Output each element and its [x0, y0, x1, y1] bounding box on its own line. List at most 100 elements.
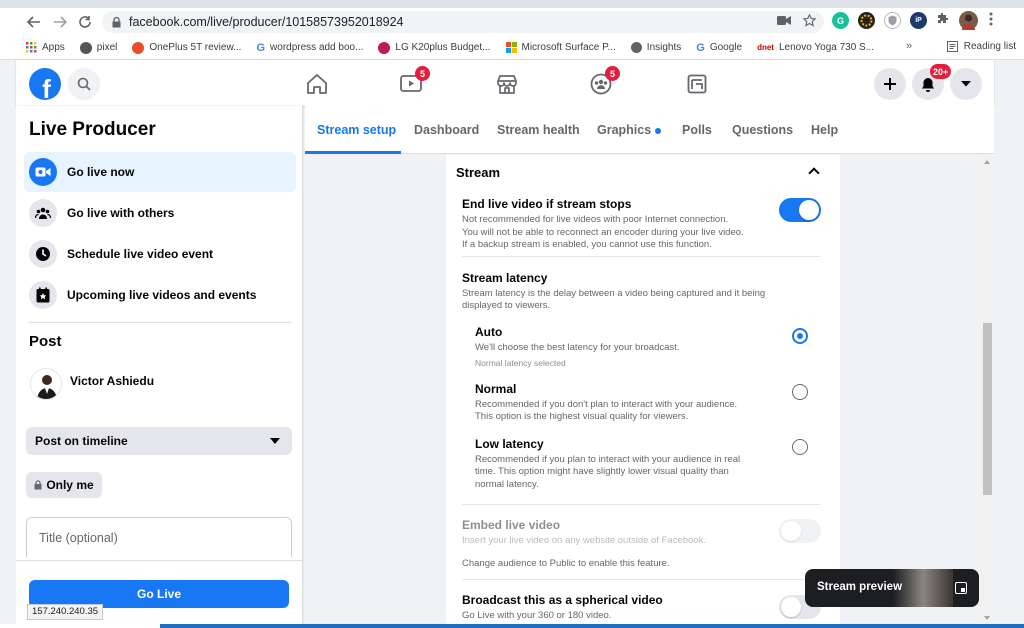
sidebar-item-upcoming[interactable]: Upcoming live videos and events — [24, 275, 296, 315]
active-tab-indicator — [305, 151, 401, 154]
address-bar[interactable]: facebook.com/live/producer/1015857395201… — [102, 11, 824, 33]
bookmark-lenovo[interactable]: dnet Lenovo Yoga 730 S... — [757, 42, 874, 53]
home-icon — [307, 74, 327, 94]
divider — [462, 504, 820, 505]
scroll-up-icon[interactable] — [984, 160, 990, 164]
puzzle-icon[interactable] — [936, 12, 950, 29]
privacy-button[interactable]: Only me — [26, 472, 102, 498]
bookmark-lg[interactable]: LG K20plus Budget... — [378, 41, 491, 54]
new-indicator-dot — [655, 127, 662, 134]
latency-normal-desc-1: Recommended if you don't plan to interac… — [475, 399, 738, 410]
sidebar-divider — [29, 322, 291, 323]
shield-extension-icon[interactable] — [884, 12, 901, 29]
tab-stream-health[interactable]: Stream health — [497, 123, 580, 137]
bookmark-apps[interactable]: Apps — [26, 42, 65, 53]
live-producer-sidebar: Live Producer Go live now Go live with o… — [16, 106, 302, 624]
gaming-nav-button[interactable] — [685, 72, 709, 96]
sidebar-item-schedule[interactable]: Schedule live video event — [24, 234, 296, 274]
user-name: Victor Ashiedu — [70, 374, 155, 388]
end-if-stops-toggle[interactable] — [779, 198, 821, 222]
latency-low-desc-2: time. This option might have slightly lo… — [475, 466, 729, 477]
back-icon[interactable] — [22, 10, 46, 34]
more-menu-icon[interactable] — [989, 12, 993, 29]
reading-list-button[interactable]: Reading list — [946, 41, 1016, 52]
bookmark-star-icon[interactable] — [802, 13, 817, 30]
divider — [462, 256, 820, 257]
marketplace-nav-button[interactable] — [495, 72, 519, 96]
bookmark-wordpress[interactable]: G wordpress add boo... — [256, 42, 363, 54]
picture-in-picture-icon[interactable] — [955, 582, 967, 594]
create-button[interactable] — [874, 68, 906, 100]
tab-label: Graphics — [597, 123, 652, 137]
notifications-button[interactable]: 20+ — [912, 64, 952, 100]
calendar-star-icon — [29, 281, 57, 309]
reload-icon[interactable] — [73, 10, 97, 34]
sidebar-item-go-live-now[interactable]: Go live now — [24, 152, 296, 192]
tab-questions[interactable]: Questions — [732, 123, 793, 137]
embed-desc: Insert your live video on any website ou… — [462, 535, 706, 546]
groups-nav-button[interactable]: 5 — [589, 66, 620, 96]
bookmark-label: OnePlus 5T review... — [149, 42, 242, 53]
store-icon — [497, 75, 517, 94]
producer-tabs: Stream setup Dashboard Stream health Gra… — [305, 106, 994, 154]
taskbar-edge — [0, 624, 1024, 628]
bookmarks-overflow-icon[interactable]: » — [906, 40, 912, 52]
latency-auto-sub: Normal latency selected — [475, 358, 566, 368]
scrollbar-thumb[interactable] — [983, 323, 992, 495]
end-if-stops-desc-2: You will not be able to reconnect an enc… — [462, 227, 744, 238]
stream-preview-button[interactable]: Stream preview — [805, 569, 979, 607]
scroll-down-icon[interactable] — [984, 616, 990, 620]
tab-help[interactable]: Help — [811, 123, 838, 137]
latency-normal-radio[interactable] — [792, 384, 808, 400]
ip-extension-icon[interactable]: iP — [910, 12, 927, 29]
scrollbar[interactable] — [981, 155, 994, 625]
taskbar-highlight — [0, 624, 160, 628]
facebook-header: f 5 5 20+ — [16, 60, 994, 106]
post-destination-dropdown[interactable]: Post on timeline — [26, 427, 292, 455]
lock-icon — [34, 480, 42, 490]
chevron-up-icon[interactable] — [808, 167, 820, 179]
latency-auto-title: Auto — [475, 325, 503, 339]
clock-icon — [29, 240, 57, 268]
bookmark-microsoft[interactable]: Microsoft Surface P... — [505, 42, 616, 53]
camera-icon[interactable] — [777, 14, 791, 30]
caret-down-icon — [961, 81, 971, 87]
latency-auto-radio[interactable] — [792, 328, 808, 344]
post-section-title: Post — [29, 333, 62, 350]
bookmark-pixel[interactable]: pixel — [79, 41, 117, 54]
home-nav-button[interactable] — [305, 72, 329, 96]
embed-note: Change audience to Public to enable this… — [462, 558, 670, 569]
page-title: Live Producer — [29, 119, 156, 140]
url-text: facebook.com/live/producer/1015857395201… — [129, 15, 404, 29]
tab-dashboard[interactable]: Dashboard — [414, 123, 479, 137]
bookmark-label: Insights — [646, 42, 682, 53]
embed-toggle[interactable] — [779, 519, 821, 543]
forward-icon[interactable] — [48, 10, 72, 34]
status-bar-url: 157.240.240.35 — [27, 604, 104, 620]
search-button[interactable] — [68, 68, 100, 100]
latency-auto-desc: We'll choose the best latency for your b… — [475, 342, 680, 353]
spherical-desc: Go Live with your 360 or 180 video. — [462, 610, 612, 621]
sidebar-item-go-live-with-others[interactable]: Go live with others — [24, 193, 296, 233]
bookmark-label: Lenovo Yoga 730 S... — [778, 42, 875, 53]
tab-graphics[interactable]: Graphics — [597, 123, 662, 137]
facebook-logo[interactable]: f — [29, 68, 61, 100]
latency-low-radio[interactable] — [792, 439, 808, 455]
latency-low-title: Low latency — [475, 437, 544, 451]
bookmark-oneplus[interactable]: OnePlus 5T review... — [132, 41, 242, 54]
spherical-title: Broadcast this as a spherical video — [462, 593, 663, 607]
watch-badge: 5 — [415, 66, 430, 81]
profile-avatar-icon[interactable] — [959, 11, 978, 30]
stream-preview-label: Stream preview — [817, 581, 903, 593]
watch-nav-button[interactable]: 5 — [399, 66, 430, 96]
title-input[interactable] — [26, 517, 292, 557]
tab-polls[interactable]: Polls — [682, 123, 712, 137]
end-if-stops-title: End live video if stream stops — [462, 197, 632, 211]
tab-stream-setup[interactable]: Stream setup — [317, 123, 396, 137]
extension-pattern-icon[interactable] — [858, 12, 875, 29]
avatar — [30, 368, 62, 400]
grammarly-icon[interactable]: G — [832, 12, 849, 29]
account-menu-button[interactable] — [950, 68, 982, 100]
bookmark-insights[interactable]: Insights — [630, 42, 682, 53]
bookmark-google[interactable]: G Google — [696, 42, 742, 54]
